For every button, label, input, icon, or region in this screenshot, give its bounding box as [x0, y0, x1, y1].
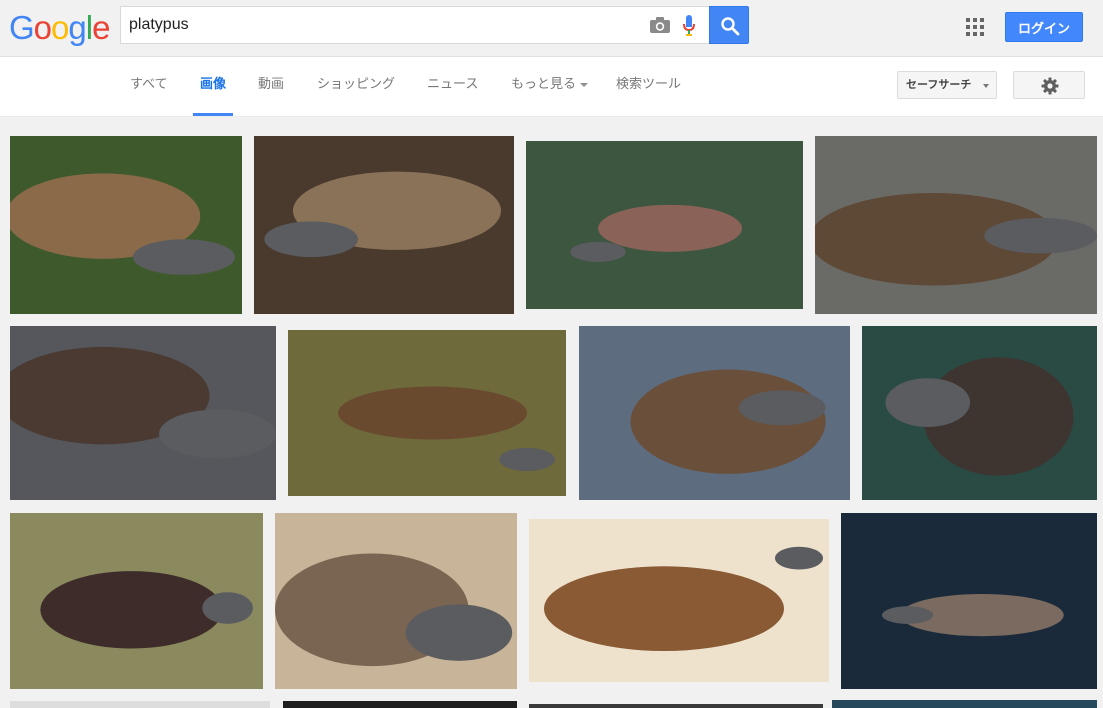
- safesearch-dropdown[interactable]: セーフサーチ: [897, 71, 997, 99]
- platypus-photo: [815, 136, 1097, 314]
- tab-images[interactable]: 画像: [192, 57, 234, 116]
- image-result[interactable]: [288, 330, 566, 496]
- platypus-photo: [862, 326, 1097, 500]
- image-result[interactable]: [10, 326, 276, 500]
- platypus-photo: [529, 519, 829, 682]
- image-result[interactable]: [254, 136, 514, 314]
- tab-bar: すべて 画像 動画 ショッピング ニュース もっと見る 検索ツール セーフサーチ: [0, 57, 1103, 117]
- tab-label: ニュース: [427, 77, 479, 92]
- platypus-photo: [832, 700, 1097, 708]
- login-button[interactable]: ログイン: [1005, 12, 1083, 42]
- platypus-photo: [275, 513, 517, 689]
- chevron-down-icon: [983, 84, 989, 88]
- tab-label: もっと見る: [511, 77, 577, 92]
- search-icon: [721, 17, 740, 36]
- logo-letter: o: [33, 9, 52, 46]
- tab-label: 検索ツール: [616, 77, 682, 92]
- image-result[interactable]: [529, 519, 829, 682]
- camera-icon[interactable]: [649, 16, 671, 34]
- tab-news[interactable]: ニュース: [427, 57, 478, 116]
- platypus-photo: [288, 330, 566, 496]
- top-bar: Google ログイン: [0, 0, 1103, 57]
- tab-label: すべて: [130, 77, 168, 92]
- platypus-photo: [10, 136, 242, 314]
- image-result[interactable]: [526, 141, 803, 309]
- image-result[interactable]: [10, 136, 242, 314]
- google-logo[interactable]: Google: [9, 8, 110, 48]
- image-result[interactable]: [862, 326, 1097, 500]
- tab-search-tools[interactable]: 検索ツール: [616, 57, 681, 116]
- image-result[interactable]: [579, 326, 850, 500]
- platypus-photo: [529, 704, 823, 708]
- platypus-photo: [10, 701, 270, 708]
- image-result[interactable]: [815, 136, 1097, 314]
- logo-letter: g: [68, 9, 86, 46]
- gear-icon: [1041, 77, 1059, 95]
- image-result[interactable]: [841, 513, 1097, 689]
- safesearch-label: セーフサーチ: [906, 78, 972, 91]
- logo-letter: G: [9, 9, 35, 46]
- image-result[interactable]: [529, 704, 823, 708]
- image-result[interactable]: [10, 513, 263, 689]
- image-result[interactable]: [283, 701, 517, 708]
- platypus-photo: [10, 513, 263, 689]
- logo-letter: o: [51, 9, 69, 46]
- search-box: [120, 6, 709, 44]
- tab-label: 画像: [200, 77, 227, 92]
- chevron-down-icon: [580, 82, 589, 87]
- platypus-photo: [254, 136, 514, 314]
- tab-all[interactable]: すべて: [130, 57, 168, 116]
- apps-grid-icon[interactable]: [966, 18, 984, 36]
- image-result[interactable]: [275, 513, 517, 689]
- tab-label: 動画: [258, 77, 285, 92]
- platypus-photo: [526, 141, 803, 309]
- tab-shopping[interactable]: ショッピング: [317, 57, 395, 116]
- platypus-photo: [841, 513, 1097, 689]
- tab-videos[interactable]: 動画: [258, 57, 284, 116]
- platypus-photo: [283, 701, 517, 708]
- platypus-photo: [579, 326, 850, 500]
- tab-more[interactable]: もっと見る: [511, 57, 589, 116]
- image-result[interactable]: [10, 701, 270, 708]
- search-input[interactable]: [129, 11, 629, 39]
- mic-icon[interactable]: [682, 15, 696, 37]
- settings-button[interactable]: [1013, 71, 1085, 99]
- tab-label: ショッピング: [317, 77, 396, 92]
- platypus-photo: [10, 326, 276, 500]
- logo-letter: e: [92, 9, 110, 46]
- search-button[interactable]: [709, 6, 749, 44]
- image-result[interactable]: [832, 700, 1097, 708]
